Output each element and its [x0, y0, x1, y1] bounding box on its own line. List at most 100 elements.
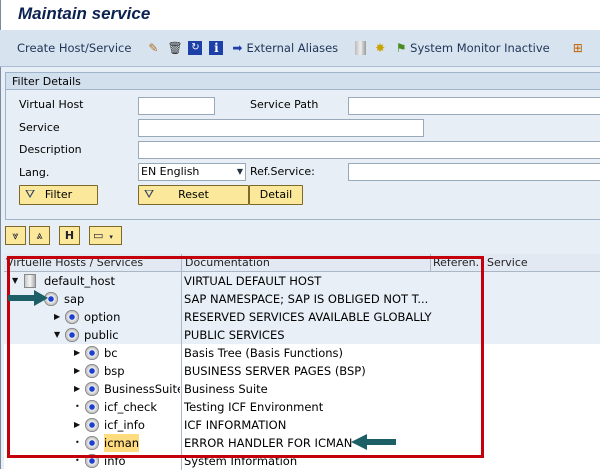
- find-button[interactable]: H: [59, 226, 80, 245]
- header-reference[interactable]: Referen.: [430, 254, 483, 272]
- service-node-icon: [85, 436, 99, 450]
- description-label: Description: [19, 143, 82, 156]
- node-name[interactable]: bc: [104, 344, 118, 362]
- tree-node[interactable]: • icf_check: [4, 398, 180, 416]
- ref-service-input[interactable]: [348, 163, 600, 181]
- table-row[interactable]: ▶ icf_info ICF INFORMATION: [4, 416, 600, 434]
- service-input[interactable]: [138, 119, 424, 137]
- system-monitor-label: System Monitor Inactive: [410, 41, 550, 55]
- header-documentation[interactable]: Documentation: [181, 254, 431, 272]
- expand-toggle-icon[interactable]: ▶: [74, 416, 80, 434]
- collapse-toggle-icon[interactable]: ▼: [12, 272, 18, 290]
- funnel-icon: ⛛: [24, 187, 36, 201]
- host-server-icon: [24, 274, 36, 288]
- collapse-toggle-icon[interactable]: ▼: [54, 326, 60, 344]
- table-row[interactable]: ▶ bsp BUSINESS SERVER PAGES (BSP): [4, 362, 600, 380]
- delete-trash-icon[interactable]: 🗑: [167, 41, 182, 55]
- node-name[interactable]: option: [84, 308, 120, 326]
- lang-label: Lang.: [19, 166, 50, 179]
- node-name[interactable]: bsp: [104, 362, 125, 380]
- node-name[interactable]: info: [104, 452, 126, 470]
- detail-button-label: Detail: [259, 188, 293, 201]
- leaf-bullet-icon: •: [75, 438, 80, 447]
- flag-icon: ⚑: [395, 41, 407, 55]
- tree-node[interactable]: ▶ option: [4, 308, 180, 326]
- node-name[interactable]: icman: [104, 434, 140, 452]
- tree-node[interactable]: ▶ BusinessSuite: [4, 380, 180, 398]
- service-label: Service: [19, 121, 60, 134]
- magic-wand-icon[interactable]: ✸: [373, 41, 387, 55]
- tree-node[interactable]: ▼ default_host: [4, 272, 180, 290]
- node-name[interactable]: icf_info: [104, 416, 145, 434]
- create-host-service-button[interactable]: Create Host/Service: [17, 41, 131, 55]
- edit-pencil-icon[interactable]: ✎: [146, 41, 160, 55]
- table-row[interactable]: ▼ default_host VIRTUAL DEFAULT HOST: [4, 272, 600, 290]
- external-aliases-label: External Aliases: [246, 41, 339, 55]
- node-documentation: RESERVED SERVICES AVAILABLE GLOBALLY: [181, 308, 432, 326]
- node-name[interactable]: sap: [64, 290, 84, 308]
- node-name[interactable]: default_host: [44, 272, 115, 290]
- system-monitor-button[interactable]: ⚑ System Monitor Inactive: [394, 41, 550, 55]
- reset-button-label: Reset: [178, 188, 209, 201]
- description-input[interactable]: [138, 141, 600, 159]
- leaf-bullet-icon: •: [75, 456, 80, 465]
- tree-node[interactable]: ▼ public: [4, 326, 180, 344]
- node-documentation: Testing ICF Environment: [181, 398, 323, 416]
- table-row[interactable]: • icf_check Testing ICF Environment: [4, 398, 600, 416]
- expand-toggle-icon[interactable]: ▶: [54, 308, 60, 326]
- expand-toggle-icon[interactable]: ▶: [74, 344, 80, 362]
- collapse-icon: ⩓: [36, 229, 43, 242]
- tree-node[interactable]: ▶ icf_info: [4, 416, 180, 434]
- service-node-icon: [85, 418, 99, 432]
- filter-details-group: Filter Details Virtual Host Service Path…: [5, 72, 600, 220]
- header-service[interactable]: Service: [484, 254, 528, 272]
- table-row[interactable]: • info System Information: [4, 452, 600, 470]
- table-row[interactable]: ▶ bc Basis Tree (Basis Functions): [4, 344, 600, 362]
- external-aliases-button[interactable]: ➡ External Aliases: [230, 41, 338, 55]
- node-documentation: VIRTUAL DEFAULT HOST: [181, 272, 321, 290]
- print-icon: ▭: [93, 229, 104, 242]
- table-row[interactable]: ▶ BusinessSuite Business Suite: [4, 380, 600, 398]
- node-documentation: Basis Tree (Basis Functions): [181, 344, 343, 362]
- expand-toggle-icon[interactable]: ▶: [74, 380, 80, 398]
- node-documentation: SAP NAMESPACE; SAP IS OBLIGED NOT T...: [181, 290, 428, 308]
- filter-details-header: Filter Details: [6, 73, 600, 90]
- node-documentation: PUBLIC SERVICES: [181, 326, 285, 344]
- node-documentation: ERROR HANDLER FOR ICMAN: [181, 434, 352, 452]
- node-name[interactable]: icf_check: [104, 398, 157, 416]
- hierarchy-icon[interactable]: ⊞: [571, 41, 585, 55]
- expand-all-button[interactable]: ⩔: [5, 226, 26, 245]
- tree-node[interactable]: ▶ bsp: [4, 362, 180, 380]
- virtual-host-input[interactable]: [138, 97, 215, 115]
- binoculars-icon: H: [64, 229, 75, 242]
- services-tree-table: Virtuelle Hosts / Services Documentation…: [4, 254, 600, 470]
- table-row[interactable]: • icman ERROR HANDLER FOR ICMAN: [4, 434, 600, 452]
- table-row[interactable]: ▼ public PUBLIC SERVICES: [4, 326, 600, 344]
- tree-toolbar: ⩔ ⩓ H ▭ ▾: [5, 226, 122, 245]
- virtual-host-label: Virtual Host: [19, 98, 84, 111]
- lang-dropdown[interactable]: EN English ▼: [138, 163, 246, 181]
- service-node-icon: [85, 346, 99, 360]
- dropdown-icon: ▾: [109, 233, 113, 241]
- refresh-icon[interactable]: ↻: [188, 41, 203, 55]
- detail-button[interactable]: Detail: [249, 185, 303, 205]
- node-name[interactable]: public: [84, 326, 119, 344]
- reset-button[interactable]: ⛛ Reset: [138, 185, 249, 205]
- ref-service-label: Ref.Service:: [250, 165, 315, 178]
- service-path-input[interactable]: [348, 97, 600, 115]
- expand-toggle-icon[interactable]: ▶: [74, 362, 80, 380]
- tree-node[interactable]: • icman: [4, 434, 180, 452]
- print-button[interactable]: ▭ ▾: [89, 226, 122, 245]
- info-icon[interactable]: i: [209, 41, 224, 55]
- node-name[interactable]: BusinessSuite: [104, 380, 180, 398]
- collapse-all-button[interactable]: ⩓: [29, 226, 50, 245]
- tree-node[interactable]: • info: [4, 452, 180, 470]
- server-icon[interactable]: [355, 41, 367, 55]
- header-virtual-hosts[interactable]: Virtuelle Hosts / Services: [6, 256, 178, 269]
- tree-node[interactable]: ▶ bc: [4, 344, 180, 362]
- table-row[interactable]: ▶ option RESERVED SERVICES AVAILABLE GLOBA…: [4, 308, 600, 326]
- filter-button[interactable]: ⛛ Filter: [19, 185, 98, 205]
- table-row[interactable]: sap SAP NAMESPACE; SAP IS OBLIGED NOT T..…: [4, 290, 600, 308]
- leaf-bullet-icon: •: [75, 402, 80, 411]
- toolbar: Create Host/Service ✎ 🗑 ↻ i ➡ External Al…: [0, 30, 600, 67]
